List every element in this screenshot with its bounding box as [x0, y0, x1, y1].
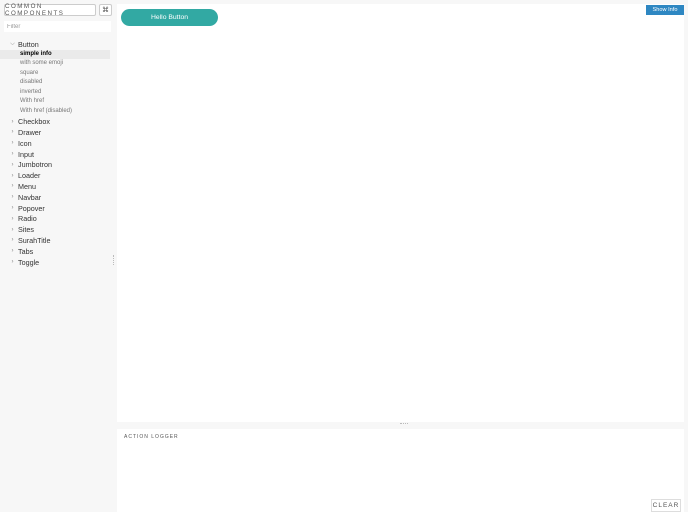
sidebar-item-jumbotron[interactable]: › Jumbotron	[0, 159, 115, 170]
stories-tree: ⌵ Button simple info with some emoji square d…	[0, 39, 115, 267]
sidebar-item-label: Toggle	[18, 257, 40, 267]
sidebar-item-label: SurahTitle	[18, 235, 51, 245]
sidebar-item-navbar[interactable]: › Navbar	[0, 192, 115, 203]
sidebar-resize-handle[interactable]	[113, 255, 114, 265]
chevron-right-icon: ›	[11, 226, 14, 233]
chevron-right-icon: ›	[11, 259, 14, 266]
shortcuts-button[interactable]: ⌘	[99, 4, 112, 16]
panel-resize-handle[interactable]	[400, 423, 408, 425]
sidebar-item-radio[interactable]: › Radio	[0, 213, 115, 224]
sidebar-item-input[interactable]: › Input	[0, 149, 115, 160]
story-link[interactable]: With href (disabled)	[0, 107, 110, 117]
chevron-down-icon: ⌵	[10, 40, 15, 47]
chevron-right-icon: ›	[11, 205, 14, 212]
sidebar: COMMON COMPONENTS ⌘ ⌵Buttonsimple infowi…	[0, 0, 115, 512]
sidebar-item-label: Icon	[18, 138, 32, 148]
action-logger-title: ACTION LOGGER	[124, 434, 179, 440]
sidebar-item-button[interactable]: ⌵ Button	[0, 39, 115, 50]
story-link[interactable]: inverted	[0, 88, 110, 98]
sidebar-item-label: Sites	[18, 225, 34, 235]
sidebar-item-sites[interactable]: › Sites	[0, 224, 115, 235]
story-link[interactable]: disabled	[0, 78, 110, 88]
sidebar-item-label: Button	[18, 39, 39, 49]
sidebar-item-loader[interactable]: › Loader	[0, 170, 115, 181]
action-logger-panel: ACTION LOGGER CLEAR	[117, 429, 684, 512]
sidebar-item-icon[interactable]: › Icon	[0, 138, 115, 149]
filter-input[interactable]	[4, 21, 111, 32]
sidebar-item-label: Radio	[18, 214, 37, 224]
sidebar-item-toggle[interactable]: › Toggle	[0, 257, 115, 268]
sidebar-item-surahtitle[interactable]: › SurahTitle	[0, 235, 115, 246]
chevron-right-icon: ›	[11, 194, 14, 201]
chevron-right-icon: ›	[11, 183, 14, 190]
command-icon: ⌘	[102, 7, 109, 14]
sidebar-item-label: Drawer	[18, 127, 42, 137]
sidebar-item-drawer[interactable]: › Drawer	[0, 127, 115, 138]
sidebar-item-label: Tabs	[18, 246, 34, 256]
sidebar-item-label: Input	[18, 149, 34, 159]
chevron-right-icon: ›	[11, 118, 14, 125]
sidebar-item-label: Menu	[18, 181, 36, 191]
story-link[interactable]: square	[0, 69, 110, 79]
chevron-right-icon: ›	[11, 237, 14, 244]
hello-button[interactable]: Hello Button	[121, 9, 218, 26]
storybook-window: COMMON COMPONENTS ⌘ ⌵Buttonsimple infowi…	[0, 0, 688, 512]
preview-panel: Hello Button Show Info	[117, 4, 684, 422]
story-link[interactable]: simple info	[0, 49, 110, 60]
chevron-right-icon: ›	[11, 151, 14, 158]
chevron-right-icon: ›	[11, 161, 14, 168]
sidebar-item-tabs[interactable]: › Tabs	[0, 246, 115, 257]
sidebar-item-menu[interactable]: › Menu	[0, 181, 115, 192]
sidebar-item-label: Jumbotron	[18, 160, 52, 170]
clear-button[interactable]: CLEAR	[651, 499, 681, 512]
show-info-button[interactable]: Show Info	[646, 5, 684, 15]
brand-button[interactable]: COMMON COMPONENTS	[4, 3, 96, 17]
sidebar-item-label: Checkbox	[18, 117, 50, 127]
chevron-right-icon: ›	[11, 215, 14, 222]
sidebar-item-label: Navbar	[18, 192, 42, 202]
sidebar-item-checkbox[interactable]: › Checkbox	[0, 116, 115, 127]
chevron-right-icon: ›	[11, 129, 14, 136]
chevron-right-icon: ›	[11, 172, 14, 179]
sidebar-item-label: Loader	[18, 171, 41, 181]
sidebar-item-popover[interactable]: › Popover	[0, 203, 115, 214]
sidebar-header: COMMON COMPONENTS ⌘	[4, 3, 112, 17]
story-link[interactable]: With href	[0, 97, 110, 107]
story-link[interactable]: with some emoji	[0, 59, 110, 69]
sidebar-item-label: Popover	[18, 203, 45, 213]
chevron-right-icon: ›	[11, 248, 14, 255]
chevron-right-icon: ›	[11, 140, 14, 147]
